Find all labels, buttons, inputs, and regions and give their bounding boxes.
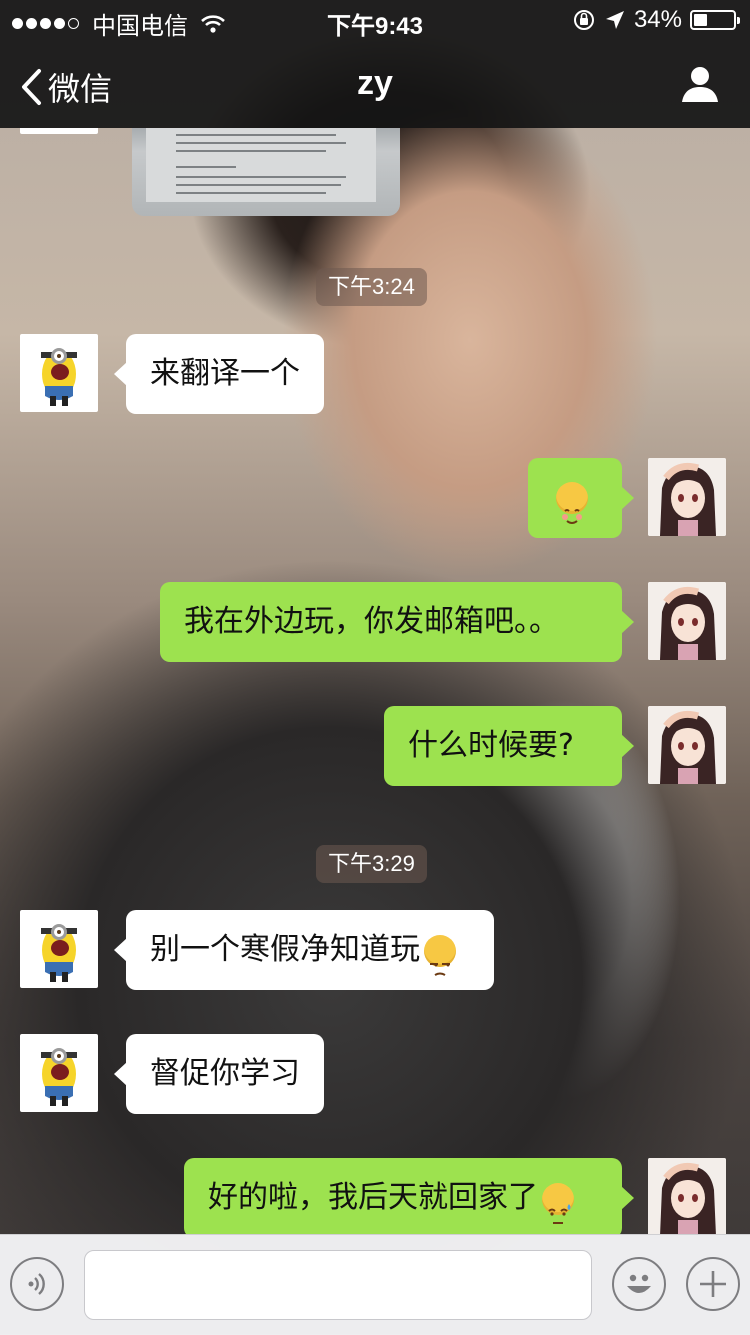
- more-button[interactable]: [686, 1257, 740, 1311]
- navigation-bar: 微信 zy: [0, 40, 750, 128]
- battery-tip: [737, 17, 740, 24]
- timestamp: 下午3:24: [316, 268, 427, 306]
- document-photo: [146, 128, 376, 202]
- anime-girl-avatar-image: [648, 1158, 726, 1234]
- my-avatar[interactable]: [648, 1158, 726, 1234]
- document-line: [176, 166, 236, 168]
- message-text: 什么时候要?: [408, 728, 574, 763]
- my-avatar[interactable]: [648, 458, 726, 536]
- document-line: [176, 150, 326, 152]
- contact-avatar[interactable]: [20, 1034, 98, 1112]
- document-line: [176, 176, 346, 178]
- message-text: 督促你学习: [150, 1056, 300, 1091]
- message-bubble-outgoing[interactable]: 什么时候要?: [384, 706, 634, 786]
- unamused-emoji-icon: [424, 934, 456, 976]
- message-text: 我在外边玩，你发邮箱吧。。: [184, 604, 559, 639]
- message-bubble-incoming[interactable]: 别一个寒假净知道玩: [114, 910, 494, 990]
- message-bubble-outgoing[interactable]: [528, 458, 634, 538]
- image-message[interactable]: [132, 128, 400, 216]
- blush-emoji-icon: [556, 482, 588, 524]
- minion-avatar-image: [41, 924, 77, 982]
- location-arrow-icon: [605, 11, 624, 29]
- status-bar: 中国电信 下午9:43 34%: [0, 0, 750, 40]
- orientation-lock-icon: [573, 10, 594, 30]
- chat-title: zy: [357, 64, 393, 102]
- voice-button[interactable]: [10, 1257, 64, 1311]
- person-icon: [682, 67, 718, 102]
- status-right: 34%: [572, 6, 740, 34]
- plus-icon: [700, 1271, 726, 1297]
- voice-icon: [28, 1273, 45, 1295]
- message-text: 好的啦，我后天就回家了: [208, 1180, 538, 1215]
- contact-avatar[interactable]: [20, 910, 98, 988]
- message-list[interactable]: 下午3:24 来翻译一个 我在外边玩，你发邮箱吧。。 什么时候要? 下午3:29…: [0, 128, 750, 1234]
- battery-fill: [694, 14, 707, 26]
- document-line: [176, 142, 346, 144]
- message-text: 别一个寒假净知道玩: [150, 932, 420, 967]
- document-line: [176, 134, 336, 136]
- minion-avatar-image: [41, 348, 77, 406]
- minion-avatar-image: [41, 1048, 77, 1106]
- message-bubble-incoming[interactable]: 督促你学习: [114, 1034, 324, 1114]
- message-text: 来翻译一个: [150, 356, 300, 391]
- contact-avatar[interactable]: [20, 334, 98, 412]
- sweat-emoji-icon: [542, 1182, 574, 1224]
- anime-girl-avatar-image: [648, 582, 726, 660]
- message-input[interactable]: [84, 1250, 592, 1320]
- my-avatar[interactable]: [648, 706, 726, 784]
- emoji-icon: [627, 1274, 651, 1293]
- my-avatar[interactable]: [648, 582, 726, 660]
- document-line: [176, 184, 341, 186]
- timestamp: 下午3:29: [316, 845, 427, 883]
- battery-percent: 34%: [633, 6, 682, 33]
- anime-girl-avatar-image: [648, 706, 726, 784]
- emoji-button[interactable]: [612, 1257, 666, 1311]
- input-toolbar: [0, 1234, 750, 1335]
- message-bubble-incoming[interactable]: 来翻译一个: [114, 334, 324, 414]
- document-line: [176, 192, 326, 194]
- chat-info-button[interactable]: [680, 64, 720, 108]
- message-bubble-outgoing[interactable]: 好的啦，我后天就回家了: [184, 1158, 634, 1234]
- message-bubble-outgoing[interactable]: 我在外边玩，你发邮箱吧。。: [160, 582, 634, 662]
- anime-girl-avatar-image: [648, 458, 726, 536]
- battery-icon: [690, 10, 740, 30]
- contact-avatar[interactable]: [20, 128, 98, 134]
